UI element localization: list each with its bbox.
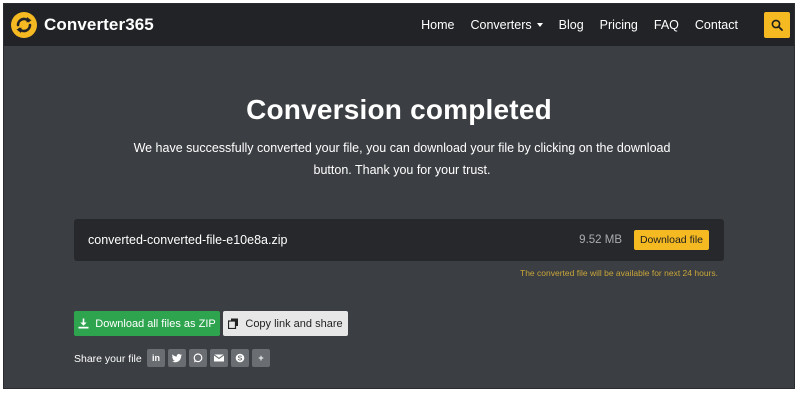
nav-converters[interactable]: Converters (463, 18, 551, 32)
nav-home-label: Home (421, 18, 455, 32)
chevron-down-icon (536, 23, 543, 27)
nav-pricing-label: Pricing (599, 18, 638, 32)
nav-blog[interactable]: Blog (551, 18, 592, 32)
email-icon[interactable] (210, 349, 228, 367)
skype-glyph-icon: S (235, 353, 245, 363)
twitter-icon[interactable] (168, 349, 186, 367)
whatsapp-icon[interactable] (189, 349, 207, 367)
search-button[interactable] (764, 12, 790, 38)
share-label: Share your file (74, 353, 142, 365)
copy-link-label: Copy link and share (245, 317, 343, 330)
nav-converters-label: Converters (470, 18, 532, 32)
whatsapp-glyph-icon (193, 353, 203, 363)
linkedin-glyph: in (152, 353, 160, 363)
more-icon[interactable]: + (252, 349, 270, 367)
twitter-bird-icon (172, 353, 182, 362)
nav-faq[interactable]: FAQ (646, 18, 687, 32)
app-window: Converter365 Home Converters Blog Pricin… (3, 3, 795, 389)
brand-name: Converter365 (44, 15, 154, 34)
linkedin-icon[interactable]: in (147, 349, 165, 367)
brand-logo-link[interactable]: Converter365 (10, 11, 154, 39)
main-nav: Home Converters Blog Pricing FAQ Contact (413, 4, 746, 46)
skype-icon[interactable]: S (231, 349, 249, 367)
file-size: 9.52 MB (579, 234, 622, 246)
download-file-button[interactable]: Download file (633, 230, 709, 250)
page-description: We have successfully converted your file… (133, 141, 671, 177)
nav-contact-label: Contact (694, 18, 738, 32)
nav-pricing[interactable]: Pricing (592, 18, 646, 32)
download-zip-button[interactable]: Download all files as ZIP (74, 311, 220, 336)
availability-note: The converted file will be available for… (520, 268, 718, 278)
envelope-icon (214, 354, 224, 362)
copy-link-button[interactable]: Copy link and share (223, 311, 348, 336)
converter-logo-icon (11, 12, 37, 38)
file-name: converted-converted-file-e10e8a.zip (88, 233, 288, 247)
share-icons: in S + (147, 349, 270, 367)
nav-contact[interactable]: Contact (687, 18, 746, 32)
nav-blog-label: Blog (558, 18, 584, 32)
download-icon (78, 318, 89, 329)
nav-home[interactable]: Home (413, 18, 462, 32)
svg-text:S: S (238, 356, 243, 363)
more-glyph: + (258, 353, 264, 363)
converted-file-card: converted-converted-file-e10e8a.zip 9.52… (74, 219, 724, 261)
navbar: Converter365 Home Converters Blog Pricin… (4, 4, 794, 46)
download-zip-label: Download all files as ZIP (95, 317, 216, 330)
nav-faq-label: FAQ (653, 18, 679, 32)
copy-icon (228, 318, 239, 329)
page-title: Conversion completed (246, 94, 552, 125)
search-icon (771, 19, 783, 31)
